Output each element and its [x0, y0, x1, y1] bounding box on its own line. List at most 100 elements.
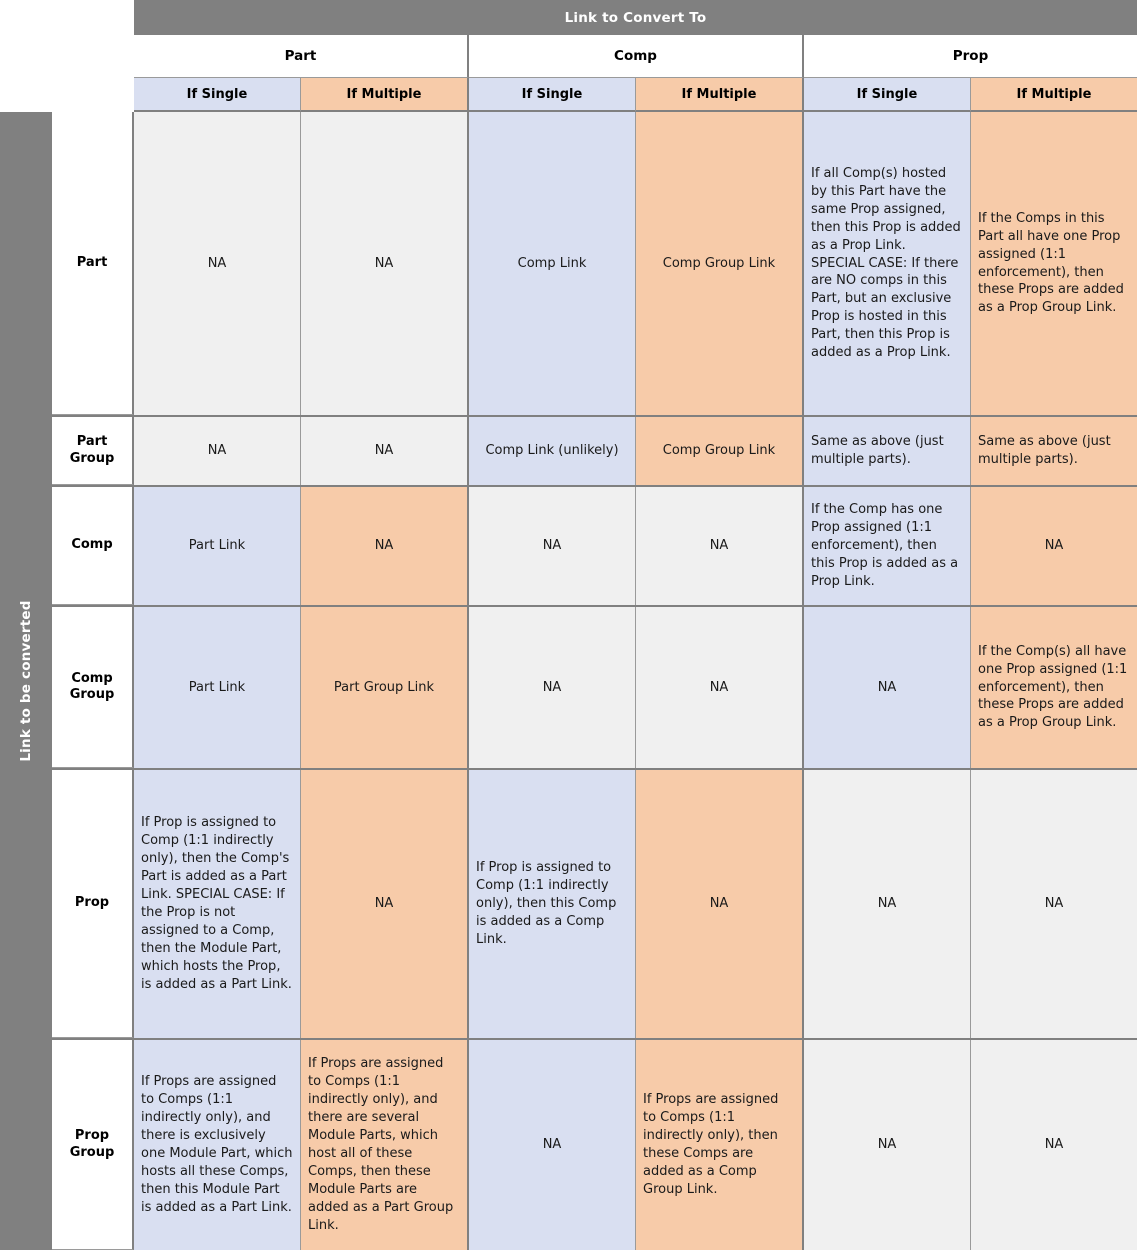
matrix-cell-text: If the Comp has one Prop assigned (1:1 e… [811, 502, 959, 589]
matrix-cell-r3-c1: Part Group Link [301, 607, 469, 768]
matrix-cell-text: NA [709, 679, 729, 695]
matrix-cell-r3-c3: NA [636, 607, 804, 768]
table-row: Comp Part Link NA NA NA If the Comp has one P… [52, 487, 1137, 607]
matrix-cell-text: NA [542, 1137, 562, 1153]
conversion-matrix-table: Link to Convert To Link to be converted … [0, 0, 1137, 1250]
matrix-cell-text: Comp Link [517, 255, 587, 271]
matrix-cell-r4-c3: NA [636, 770, 804, 1038]
column-sub-header-label: If Single [856, 86, 918, 102]
column-sub-header-2: If Single [469, 78, 636, 112]
table-row: Part NA NA Comp Link Comp Group Link If all C… [52, 112, 1137, 417]
matrix-cell-r0-c2: Comp Link [469, 112, 636, 415]
matrix-cell-r1-c1: NA [301, 417, 469, 485]
matrix-cell-text: NA [542, 679, 562, 695]
matrix-cell-text: NA [1044, 538, 1064, 554]
row-header-part: Part [52, 112, 134, 415]
column-sub-header-label: If Single [521, 86, 583, 102]
matrix-cell-r3-c4: NA [804, 607, 971, 768]
column-group-header-prop: Prop [804, 35, 1137, 78]
row-header-comp: Comp [52, 487, 134, 605]
column-sub-header-0: If Single [134, 78, 301, 112]
matrix-cell-r3-c2: NA [469, 607, 636, 768]
column-sub-header-3: If Multiple [636, 78, 804, 112]
matrix-cell-r5-c0: If Props are assigned to Comps (1:1 indi… [134, 1040, 301, 1250]
matrix-cell-r4-c2: If Prop is assigned to Comp (1:1 indirec… [469, 770, 636, 1038]
row-header-label: Prop Group [69, 1128, 115, 1160]
column-sub-header-label: If Multiple [1016, 86, 1092, 102]
row-header-label: Part Group [69, 434, 115, 466]
matrix-cell-r4-c5: NA [971, 770, 1137, 1038]
column-sub-header-5: If Multiple [971, 78, 1137, 112]
column-group-header-row: Part Comp Prop [134, 35, 1137, 78]
matrix-cell-r0-c3: Comp Group Link [636, 112, 804, 415]
column-sub-header-1: If Multiple [301, 78, 469, 112]
matrix-cell-r1-c5: Same as above (just multiple parts). [971, 417, 1137, 485]
row-header-prop: Prop [52, 770, 134, 1038]
matrix-cell-r3-c0: Part Link [134, 607, 301, 768]
matrix-cell-text: NA [374, 443, 394, 459]
matrix-cell-text: Same as above (just multiple parts). [811, 434, 944, 467]
matrix-cell-r0-c0: NA [134, 112, 301, 415]
matrix-cell-r5-c3: If Props are assigned to Comps (1:1 indi… [636, 1040, 804, 1250]
matrix-cell-text: NA [709, 896, 729, 912]
matrix-cell-r1-c3: Comp Group Link [636, 417, 804, 485]
matrix-cell-text: NA [374, 538, 394, 554]
matrix-cell-text: If Prop is assigned to Comp (1:1 indirec… [141, 815, 292, 992]
matrix-cell-text: NA [877, 1137, 897, 1153]
matrix-cell-text: NA [374, 896, 394, 912]
banner-link-to-convert-to: Link to Convert To [134, 0, 1137, 35]
matrix-cell-r4-c1: NA [301, 770, 469, 1038]
row-header-comp-group: Comp Group [52, 607, 134, 768]
column-group-header-comp: Comp [469, 35, 804, 78]
matrix-cell-text: If Props are assigned to Comps (1:1 indi… [141, 1074, 293, 1215]
table-corner-blank [0, 0, 134, 112]
table-row: Comp Group Part Link Part Group Link NA NA NA… [52, 607, 1137, 770]
matrix-cell-text: NA [1044, 1137, 1064, 1153]
matrix-cell-r2-c2: NA [469, 487, 636, 605]
matrix-cell-text: NA [207, 443, 227, 459]
matrix-cell-text: Part Group Link [333, 679, 435, 695]
matrix-cell-text: NA [877, 679, 897, 695]
matrix-cell-r5-c5: NA [971, 1040, 1137, 1250]
column-sub-header-label: If Multiple [346, 86, 422, 102]
banner-left-label: Link to be converted [18, 600, 34, 762]
matrix-cell-text: If the Comp(s) all have one Prop assigne… [978, 643, 1128, 731]
matrix-cell-text: Comp Group Link [662, 443, 776, 459]
column-group-header-part: Part [134, 35, 469, 78]
row-header-label: Prop [74, 895, 110, 911]
matrix-cell-text: Comp Group Link [662, 255, 776, 271]
matrix-cell-r0-c1: NA [301, 112, 469, 415]
matrix-cell-r2-c3: NA [636, 487, 804, 605]
column-sub-header-label: If Single [186, 86, 248, 102]
matrix-cell-r2-c0: Part Link [134, 487, 301, 605]
matrix-cell-text: If Prop is assigned to Comp (1:1 indirec… [476, 860, 617, 947]
row-header-part-group: Part Group [52, 417, 134, 485]
column-sub-header-4: If Single [804, 78, 971, 112]
matrix-cell-r1-c0: NA [134, 417, 301, 485]
matrix-cell-text: If Props are assigned to Comps (1:1 indi… [643, 1092, 779, 1197]
row-header-label: Comp [71, 537, 113, 553]
matrix-cell-text: NA [709, 538, 729, 554]
matrix-cell-text: NA [374, 255, 394, 271]
matrix-cell-text: Same as above (just multiple parts). [978, 434, 1111, 467]
matrix-cell-r1-c2: Comp Link (unlikely) [469, 417, 636, 485]
matrix-cell-r0-c4: If all Comp(s) hosted by this Part have … [804, 112, 971, 415]
matrix-cell-text: Comp Link (unlikely) [485, 443, 619, 459]
matrix-cell-text: If Props are assigned to Comps (1:1 indi… [308, 1056, 454, 1233]
banner-top-label: Link to Convert To [564, 9, 707, 26]
matrix-cell-r4-c0: If Prop is assigned to Comp (1:1 indirec… [134, 770, 301, 1038]
banner-link-to-be-converted: Link to be converted [0, 112, 52, 1250]
matrix-cell-text: If the Comps in this Part all have one P… [978, 210, 1124, 316]
table-row: Prop If Prop is assigned to Comp (1:1 ind… [52, 770, 1137, 1040]
matrix-cell-r2-c1: NA [301, 487, 469, 605]
matrix-cell-text: NA [542, 538, 562, 554]
matrix-cell-r1-c4: Same as above (just multiple parts). [804, 417, 971, 485]
column-group-label: Part [284, 48, 317, 64]
matrix-cell-r3-c5: If the Comp(s) all have one Prop assigne… [971, 607, 1137, 768]
matrix-cell-r5-c4: NA [804, 1040, 971, 1250]
table-row: Prop Group If Props are assigned to Comps… [52, 1040, 1137, 1250]
row-header-label: Part [76, 254, 108, 270]
row-header-prop-group: Prop Group [52, 1040, 134, 1250]
matrix-cell-r5-c2: NA [469, 1040, 636, 1250]
matrix-cell-r0-c5: If the Comps in this Part all have one P… [971, 112, 1137, 415]
